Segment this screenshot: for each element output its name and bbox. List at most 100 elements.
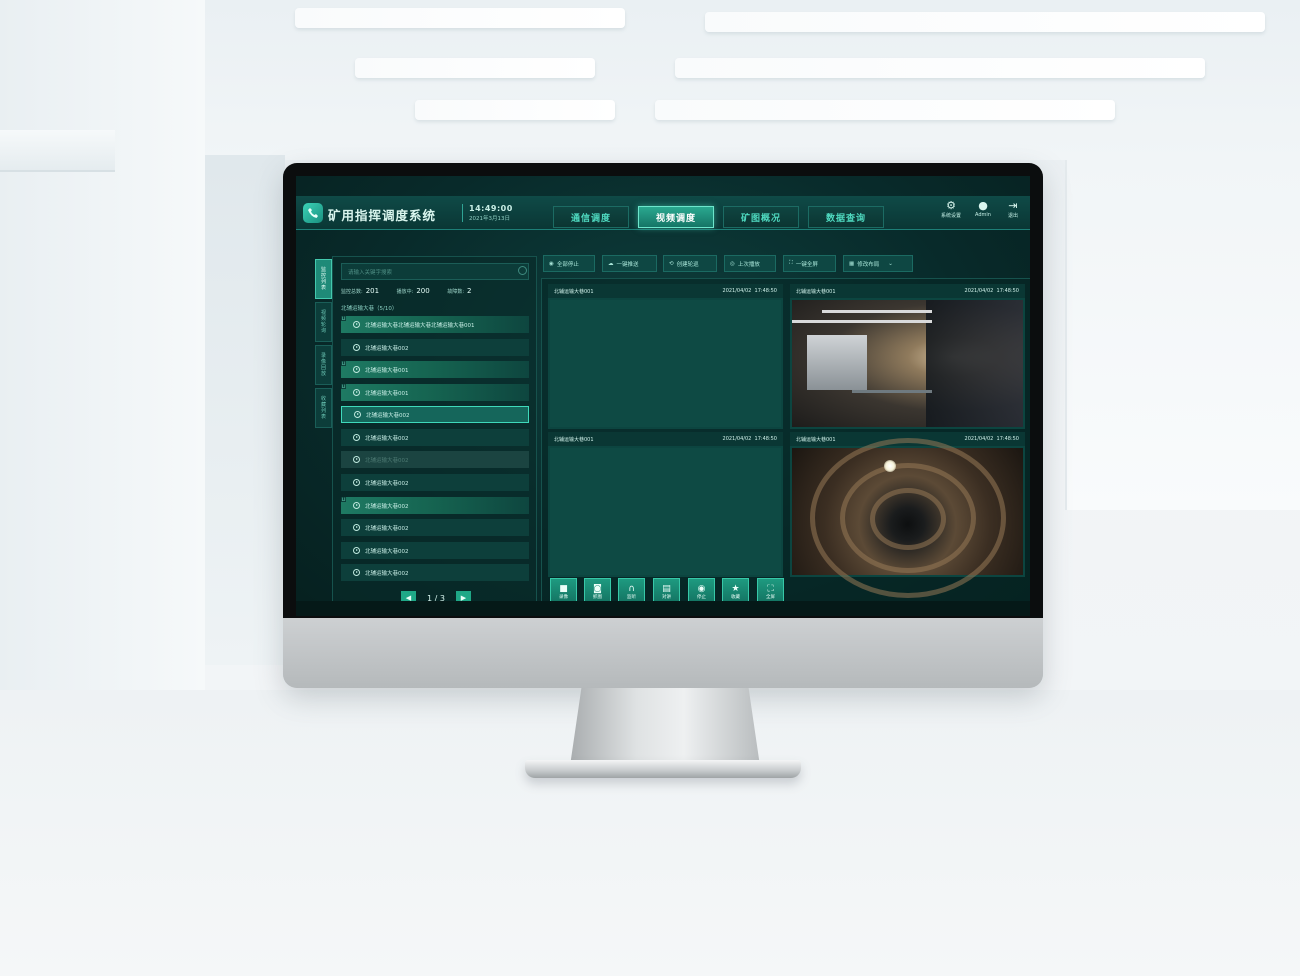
last-playback-button[interactable]: ◎ 上次播放 — [724, 255, 776, 272]
play-icon — [353, 502, 360, 509]
list-item-label: 北辅运输大巷北辅运输大巷北辅运输大巷001 — [365, 322, 475, 329]
video-cell-name: 北辅运输大巷001 — [796, 436, 836, 443]
refresh-icon: ⟲ — [669, 260, 674, 267]
search-icon[interactable] — [518, 266, 527, 275]
play-icon — [353, 547, 360, 554]
video-cell[interactable]: 北辅运输大巷001 2021/04/02 17:48:50 — [548, 432, 783, 577]
user-account-button[interactable]: ● Admin — [968, 200, 998, 219]
monitor-total-label: 监控总数: — [341, 289, 363, 295]
tab-favorites-list[interactable]: 收藏列表 — [315, 388, 332, 428]
one-click-push-label: 一键推送 — [616, 261, 639, 268]
video-cell-time: 17:48:50 — [996, 436, 1019, 442]
list-item[interactable]: 北辅运输大巷002 — [341, 474, 529, 491]
play-icon — [353, 344, 360, 351]
video-toolbar: ◉ 全部停止 ☁ 一键推送 ⟲ 创建轮巡 ◎ 上次播放 ⛶ 一键全屏 ▦ 修改布… — [543, 255, 923, 273]
layout-dropdown[interactable]: ▦ 修改布局 ⌄ — [843, 255, 913, 272]
layout-label: 修改布局 — [857, 261, 880, 268]
cloud-icon: ☁ — [608, 260, 614, 267]
list-item-label: 北辅运输大巷002 — [365, 457, 409, 464]
pipe — [852, 390, 932, 393]
monitor-stand-base — [525, 760, 801, 778]
system-settings-label: 系统设置 — [940, 213, 961, 219]
ceiling-light — [655, 100, 1115, 120]
create-polling-button[interactable]: ⟲ 创建轮巡 — [663, 255, 717, 272]
list-item[interactable]: 北辅运输大巷002 — [341, 339, 529, 356]
monitor-bezel: 矿用指挥调度系统 14:49:00 2021年3月13日 通信调度 视频调度 矿… — [283, 163, 1043, 618]
list-item[interactable]: 北辅运输大巷002 — [341, 429, 529, 446]
fullscreen-icon: ⛶ — [789, 260, 793, 266]
list-item-label: 北辅运输大巷002 — [365, 435, 409, 442]
one-click-fullscreen-button[interactable]: ⛶ 一键全屏 — [783, 255, 836, 272]
logout-icon: ⇥ — [1008, 199, 1018, 212]
list-item[interactable]: LI 北辅运输大巷002 — [341, 497, 529, 514]
play-icon — [353, 321, 360, 328]
clock-date: 2021年3月13日 — [469, 216, 510, 222]
app-header: 矿用指挥调度系统 14:49:00 2021年3月13日 通信调度 视频调度 矿… — [296, 196, 1030, 230]
stop-label: 停止 — [697, 594, 706, 600]
list-item-disabled[interactable]: 北辅运输大巷002 — [341, 451, 529, 468]
list-item-label: 北辅运输大巷001 — [365, 390, 409, 397]
system-settings-button[interactable]: ⚙ 系统设置 — [936, 200, 966, 220]
list-item[interactable]: 北辅运输大巷002 — [341, 564, 529, 581]
title-divider — [462, 204, 463, 222]
one-click-push-button[interactable]: ☁ 一键推送 — [602, 255, 657, 272]
video-cell[interactable]: 北辅运输大巷001 2021/04/02 17:48:50 — [790, 284, 1025, 429]
playing-value: 200 — [416, 287, 430, 295]
stop-all-button[interactable]: ◉ 全部停止 — [543, 255, 595, 272]
group-label: 北辅运输大巷（5/10） — [341, 306, 398, 312]
tab-communication-dispatch[interactable]: 通信调度 — [553, 206, 629, 228]
monitor: 矿用指挥调度系统 14:49:00 2021年3月13日 通信调度 视频调度 矿… — [283, 163, 1043, 688]
monitor-total-value: 201 — [365, 287, 380, 295]
list-item-selected[interactable]: 北辅运输大巷002 — [341, 406, 529, 423]
list-item-label: 北辅运输大巷002 — [365, 548, 409, 555]
video-cell-header: 北辅运输大巷001 2021/04/02 17:48:50 — [548, 432, 783, 446]
logout-label: 退出 — [1007, 213, 1018, 219]
video-grid-panel: 北辅运输大巷001 2021/04/02 17:48:50 北辅运输大巷001 … — [541, 278, 1030, 616]
tab-video-polling[interactable]: 视频轮询 — [315, 302, 332, 342]
tab-recording-playback[interactable]: 录像回放 — [315, 345, 332, 385]
intercom-icon: ▤ — [662, 583, 671, 594]
list-item[interactable]: LI 北辅运输大巷001 — [341, 361, 529, 378]
video-cell[interactable]: 北辅运输大巷001 2021/04/02 17:48:50 — [548, 284, 783, 429]
stop-circle-icon: ◉ — [549, 260, 554, 267]
video-cell[interactable]: 北辅运输大巷001 2021/04/02 17:48:50 — [790, 432, 1025, 598]
video-cell-header: 北辅运输大巷001 2021/04/02 17:48:50 — [548, 284, 783, 298]
monitor-chin — [283, 618, 1043, 688]
logout-button[interactable]: ⇥ 退出 — [998, 199, 1028, 220]
video-cell-name: 北辅运输大巷001 — [796, 288, 836, 295]
list-item[interactable]: LI 北辅运输大巷北辅运输大巷北辅运输大巷001 — [341, 316, 529, 333]
tab-mine-map-overview[interactable]: 矿图概况 — [723, 206, 799, 228]
favorite-label: 收藏 — [731, 594, 740, 600]
one-click-fullscreen-label: 一键全屏 — [795, 261, 818, 268]
video-cell-date: 2021/04/02 — [964, 288, 994, 294]
snapshot-label: 抓图 — [593, 594, 602, 600]
list-item[interactable]: LI 北辅运输大巷001 — [341, 384, 529, 401]
play-icon — [354, 411, 361, 418]
play-circle-icon: ◎ — [730, 260, 735, 267]
search-input[interactable]: 请输入关键字搜索 — [341, 263, 529, 280]
phone-logo-icon — [303, 203, 323, 223]
tab-video-dispatch[interactable]: 视频调度 — [638, 206, 714, 228]
camera-list-panel: 请输入关键字搜索 监控总数: 201 播放中: 200 故障数: 2 北辅运输大巷（5… — [332, 256, 537, 616]
list-item[interactable]: 北辅运输大巷002 — [341, 542, 529, 559]
video-cell-date: 2021/04/02 — [964, 436, 994, 442]
background-window — [1065, 160, 1300, 510]
video-cell-header: 北辅运输大巷001 2021/04/02 17:48:50 — [790, 284, 1025, 298]
play-icon — [353, 479, 360, 486]
ceiling-light — [295, 8, 625, 28]
pipe — [822, 310, 932, 313]
tunnel-lamp — [884, 460, 896, 472]
video-feed-mine-equipment — [792, 300, 1023, 427]
monitor-screen: 矿用指挥调度系统 14:49:00 2021年3月13日 通信调度 视频调度 矿… — [296, 176, 1030, 616]
ceiling-light — [415, 100, 615, 120]
tab-data-query[interactable]: 数据查询 — [808, 206, 884, 228]
user-name-label: Admin — [975, 212, 991, 218]
list-item-label: 北辅运输大巷002 — [365, 570, 409, 577]
tab-monitor-list[interactable]: 监控列表 — [315, 259, 332, 299]
video-cell-time: 17:48:50 — [996, 288, 1019, 294]
video-cell-date: 2021/04/02 — [722, 436, 752, 442]
list-item[interactable]: 北辅运输大巷002 — [341, 519, 529, 536]
video-feed-empty — [550, 448, 781, 575]
video-cell-name: 北辅运输大巷001 — [554, 288, 594, 295]
stop-all-label: 全部停止 — [556, 261, 579, 268]
